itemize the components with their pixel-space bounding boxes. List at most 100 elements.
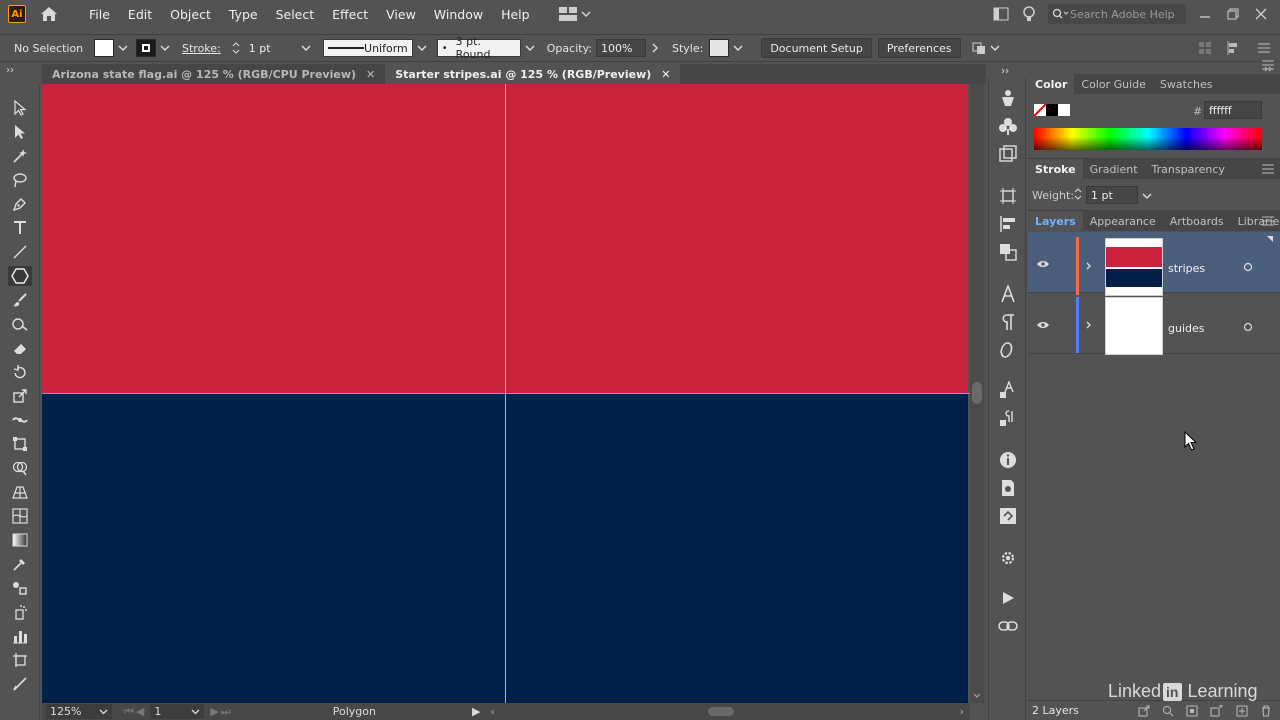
menu-file[interactable]: File xyxy=(80,7,119,22)
stepper-icon[interactable] xyxy=(231,42,241,54)
magic-wand-tool-icon[interactable] xyxy=(8,146,32,166)
align-icon[interactable] xyxy=(1226,41,1244,55)
document-info-icon[interactable] xyxy=(998,478,1018,498)
paintbrush-tool-icon[interactable] xyxy=(8,290,32,310)
workspace-switcher[interactable] xyxy=(558,7,591,21)
mesh-tool-icon[interactable] xyxy=(8,506,32,526)
perspective-grid-tool-icon[interactable] xyxy=(8,482,32,502)
make-clipping-mask-icon[interactable] xyxy=(1186,705,1198,717)
tab-appearance[interactable]: Appearance xyxy=(1083,211,1163,231)
layer-row-guides[interactable]: guides xyxy=(1028,293,1280,355)
new-layer-icon[interactable] xyxy=(1236,705,1248,717)
tab-color[interactable]: Color xyxy=(1028,74,1075,94)
scroll-thumb[interactable] xyxy=(972,382,982,404)
rotate-tool-icon[interactable] xyxy=(8,362,32,382)
paragraph-icon[interactable] xyxy=(998,312,1018,332)
document-setup-button[interactable]: Document Setup xyxy=(761,38,872,58)
menu-type[interactable]: Type xyxy=(220,7,267,22)
blend-tool-icon[interactable] xyxy=(8,578,32,598)
fill-swatch[interactable] xyxy=(94,39,114,57)
stroke-label[interactable]: Stroke: xyxy=(182,42,221,55)
tab-starter-stripes[interactable]: Starter stripes.ai @ 125 % (RGB/Preview)… xyxy=(385,64,681,84)
last-artboard-icon[interactable]: ▶⏭ xyxy=(210,705,232,719)
lightbulb-icon[interactable] xyxy=(1020,5,1038,23)
artboard-tool-icon[interactable] xyxy=(8,650,32,670)
target-circle-icon[interactable] xyxy=(1243,262,1253,272)
locate-object-icon[interactable] xyxy=(1162,705,1174,717)
graphic-style-swatch[interactable] xyxy=(709,39,730,57)
lasso-tool-icon[interactable] xyxy=(8,170,32,190)
layer-name-stripes[interactable]: stripes xyxy=(1168,262,1205,275)
character-icon[interactable] xyxy=(998,284,1018,304)
symbol-sprayer-tool-icon[interactable] xyxy=(8,602,32,622)
brush-definition[interactable]: • 3 pt. Round xyxy=(436,35,521,61)
scroll-down-icon[interactable] xyxy=(973,693,981,699)
column-graph-tool-icon[interactable] xyxy=(8,626,32,646)
chevron-right-icon[interactable] xyxy=(1086,321,1092,329)
shape-builder-tool-icon[interactable] xyxy=(8,458,32,478)
stroke-swatch[interactable] xyxy=(136,39,156,57)
tab-color-guide[interactable]: Color Guide xyxy=(1074,74,1153,94)
links-panel-icon[interactable] xyxy=(998,506,1018,526)
type-tool-icon[interactable] xyxy=(8,218,32,238)
panel-menu-icon[interactable] xyxy=(1262,164,1274,174)
tab-arizona-state-flag[interactable]: Arizona state flag.ai @ 125 % (RGB/CPU P… xyxy=(42,64,385,84)
status-menu-icon[interactable]: ▶ xyxy=(472,705,480,718)
scale-tool-icon[interactable] xyxy=(8,386,32,406)
menu-object[interactable]: Object xyxy=(161,7,220,22)
chevron-down-icon[interactable] xyxy=(160,43,170,53)
eyedropper-tool-icon[interactable] xyxy=(8,554,32,574)
zoom-field[interactable]: 125% xyxy=(46,704,112,719)
close-icon[interactable] xyxy=(1252,5,1270,23)
free-transform-tool-icon[interactable] xyxy=(8,434,32,454)
gradient-tool-icon[interactable] xyxy=(8,530,32,550)
tab-layers[interactable]: Layers xyxy=(1028,211,1083,231)
arrange-documents-icon[interactable] xyxy=(992,5,1010,23)
panel-menu-icon[interactable] xyxy=(1262,60,1274,70)
opacity-label[interactable]: Opacity: xyxy=(547,42,592,55)
links-chain-icon[interactable] xyxy=(998,616,1018,636)
vertical-guide[interactable] xyxy=(505,84,506,703)
double-chevron-icon[interactable] xyxy=(1001,68,1011,74)
trash-icon[interactable] xyxy=(1260,705,1272,717)
document-settings-gear-icon[interactable] xyxy=(998,548,1018,568)
tab-swatches[interactable]: Swatches xyxy=(1153,74,1220,94)
paragraph-styles-icon[interactable] xyxy=(998,408,1018,428)
menu-help[interactable]: Help xyxy=(492,7,539,22)
chevron-right-icon[interactable] xyxy=(1086,262,1092,270)
none-swatch[interactable] xyxy=(1034,104,1046,116)
menu-select[interactable]: Select xyxy=(267,7,324,22)
symbols-icon[interactable] xyxy=(998,116,1018,136)
first-artboard-icon[interactable]: ⏮◀ xyxy=(124,705,146,719)
hex-input[interactable]: ffffff xyxy=(1204,101,1262,119)
black-swatch[interactable] xyxy=(1046,104,1058,116)
scroll-left-icon[interactable]: ‹ xyxy=(490,705,494,718)
tab-stroke[interactable]: Stroke xyxy=(1028,159,1083,179)
panel-menu-icon[interactable] xyxy=(1262,216,1274,226)
collect-export-icon[interactable] xyxy=(1138,705,1150,717)
layer-name-guides[interactable]: guides xyxy=(1168,322,1205,335)
slice-tool-icon[interactable] xyxy=(8,674,32,694)
selection-tool-icon[interactable] xyxy=(8,98,32,118)
align-panel-icon[interactable] xyxy=(998,214,1018,234)
close-icon[interactable]: ✕ xyxy=(661,68,670,81)
chevron-down-icon[interactable] xyxy=(417,43,427,53)
white-swatch[interactable] xyxy=(1058,104,1070,116)
opentype-icon[interactable] xyxy=(998,340,1018,360)
eye-icon[interactable] xyxy=(1036,321,1050,329)
line-segment-tool-icon[interactable] xyxy=(8,242,32,262)
variable-width-profile[interactable]: Uniform xyxy=(322,39,413,57)
weight-field[interactable]: 1 pt xyxy=(1086,186,1138,204)
info-icon[interactable] xyxy=(998,450,1018,470)
image-trace-icon[interactable] xyxy=(998,144,1018,164)
restore-icon[interactable] xyxy=(1224,5,1242,23)
transform-panel-icon[interactable] xyxy=(998,186,1018,206)
artboard-canvas[interactable] xyxy=(42,84,970,703)
scroll-right-icon[interactable]: › xyxy=(960,705,964,718)
polygon-tool-icon[interactable] xyxy=(8,266,32,286)
target-circle-icon[interactable] xyxy=(1243,322,1253,332)
shaper-tool-icon[interactable] xyxy=(8,314,32,334)
home-icon[interactable] xyxy=(38,3,60,25)
pathfinder-icon[interactable] xyxy=(998,242,1018,262)
menu-effect[interactable]: Effect xyxy=(323,7,377,22)
